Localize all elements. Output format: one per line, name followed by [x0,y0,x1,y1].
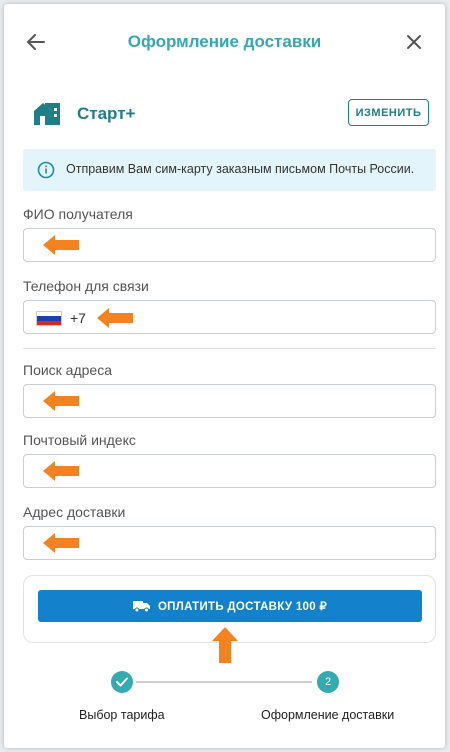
step-1-label: Выбор тарифа [79,708,165,722]
postal-code-label: Почтовый индекс [23,432,136,448]
postal-code-input[interactable] [23,454,436,488]
address-search-label: Поиск адреса [23,362,112,378]
orange-arrow-icon [43,235,79,255]
delivery-modal: Оформление доставки Старт+ ИЗМЕНИТЬ Отпр… [4,4,445,748]
step-2-label: Оформление доставки [261,708,395,722]
info-notice: Отправим Вам сим-карту заказным письмом … [23,149,436,191]
info-icon [37,161,55,179]
pay-delivery-label: ОПЛАТИТЬ ДОСТАВКУ 100 ₽ [157,601,328,613]
orange-arrow-icon [43,461,79,481]
step-1-check-icon [111,671,133,693]
delivery-address-input[interactable] [23,526,436,560]
house-icon [34,103,60,125]
step-2-circle: 2 [317,671,339,693]
progress-steps: 2 Выбор тарифа Оформление доставки [4,668,445,728]
orange-arrow-icon [43,391,79,411]
modal-header: Оформление доставки [4,22,445,62]
fio-label: ФИО получателя [23,206,133,222]
info-text: Отправим Вам сим-карту заказным письмом … [66,162,415,176]
address-search-input[interactable] [23,384,436,418]
page-title: Оформление доставки [127,32,322,51]
close-icon[interactable] [402,30,426,54]
tariff-name: Старт+ [77,104,136,123]
step-connector [136,681,312,683]
orange-arrow-icon [43,533,79,553]
truck-icon [132,601,150,612]
orange-arrow-icon [212,627,238,663]
fio-input[interactable] [23,228,436,262]
section-divider [23,348,436,349]
orange-arrow-icon [97,308,133,328]
pay-delivery-button[interactable]: ОПЛАТИТЬ ДОСТАВКУ 100 ₽ [38,590,422,622]
payment-box: ОПЛАТИТЬ ДОСТАВКУ 100 ₽ [23,575,436,663]
phone-label: Телефон для связи [23,278,149,294]
russia-flag-icon[interactable] [36,311,62,326]
phone-input[interactable]: +7 [23,300,436,334]
change-tariff-button[interactable]: ИЗМЕНИТЬ [348,99,429,126]
phone-prefix: +7 [70,310,86,326]
tariff-row: Старт+ ИЗМЕНИТЬ [32,97,429,131]
delivery-address-label: Адрес доставки [23,504,126,520]
